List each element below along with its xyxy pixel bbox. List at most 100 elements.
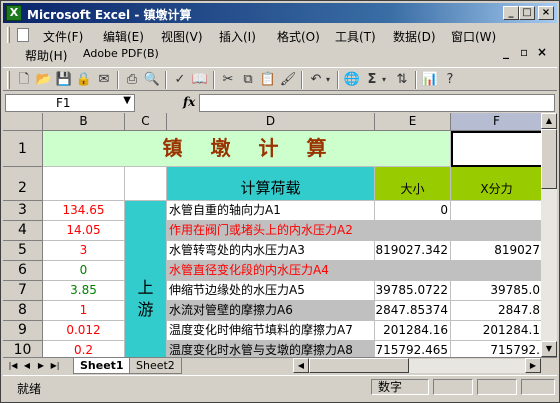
hscroll-thumb[interactable] — [309, 358, 409, 373]
cell-f5[interactable]: 819027 — [451, 241, 543, 261]
menu-tools[interactable]: 工具(T) — [335, 28, 376, 45]
cell-b5[interactable]: 3 — [43, 241, 125, 261]
header-size[interactable]: 大小 — [375, 167, 451, 201]
sort-ascending-icon[interactable]: ⇅ — [393, 71, 411, 89]
column-header-f[interactable]: F — [451, 113, 543, 131]
cell-d8[interactable]: 水流对管壁的摩擦力A6 — [167, 301, 375, 321]
scroll-up-icon[interactable]: ▲ — [541, 113, 557, 129]
maximize-button[interactable]: □ — [519, 6, 535, 20]
paste-icon[interactable]: 📋 — [259, 71, 277, 89]
prev-sheet-icon[interactable]: ◀ — [21, 360, 33, 372]
tab-sheet2[interactable]: Sheet2 — [129, 358, 182, 374]
cell-e7[interactable]: 39785.0722 — [375, 281, 451, 301]
cell-e9[interactable]: 201284.16 — [375, 321, 451, 341]
cell-d10[interactable]: 温度变化时水管与支墩的摩擦力A8 — [167, 341, 375, 357]
scroll-right-icon[interactable]: ▶ — [525, 358, 541, 373]
document-icon[interactable] — [17, 28, 29, 42]
cell-e8[interactable]: 2847.85374 — [375, 301, 451, 321]
select-all-corner[interactable] — [3, 113, 43, 131]
print-icon[interactable]: ⎙ — [123, 71, 141, 89]
cell-d5[interactable]: 水管转弯处的内水压力A3 — [167, 241, 375, 261]
cell-d3[interactable]: 水管自重的轴向力A1 — [167, 201, 375, 221]
excel-app-icon[interactable]: X — [6, 5, 22, 21]
chevron-down-icon[interactable]: ▼ — [123, 95, 131, 106]
title-bar[interactable]: X Microsoft Excel - 镇墩计算 _ □ × — [3, 3, 557, 23]
email-icon[interactable]: ✉ — [95, 71, 113, 89]
last-sheet-icon[interactable]: ▶| — [49, 360, 61, 372]
hyperlink-icon[interactable]: 🌐 — [343, 71, 361, 89]
cell-c2[interactable] — [125, 167, 167, 201]
copy-icon[interactable]: ⧉ — [239, 71, 257, 89]
cell-b3[interactable]: 134.65 — [43, 201, 125, 221]
row-header-1[interactable]: 1 — [3, 131, 43, 167]
cell-d6[interactable]: 水管直径变化段的内水压力A4 — [167, 261, 375, 281]
cell-b2[interactable] — [43, 167, 125, 201]
autosum-dropdown-icon[interactable]: ▾ — [379, 71, 389, 89]
doc-minimize-button[interactable]: _ — [503, 45, 509, 59]
cell-b7[interactable]: 3.85 — [43, 281, 125, 301]
save-icon[interactable]: 💾 — [55, 71, 73, 89]
row-header-10[interactable]: 10 — [3, 341, 43, 357]
close-button[interactable]: × — [538, 6, 554, 20]
vertical-scrollbar[interactable]: ▲ ▼ — [541, 113, 557, 357]
horizontal-scrollbar[interactable]: ◀ ▶ — [293, 358, 541, 373]
column-header-c[interactable]: C — [125, 113, 167, 131]
doc-restore-button[interactable]: ▫ — [520, 45, 528, 59]
menu-file[interactable]: 文件(F) — [43, 28, 83, 45]
cell-d7[interactable]: 伸缩节边缘处的水压力A5 — [167, 281, 375, 301]
menu-edit[interactable]: 编辑(E) — [103, 28, 144, 45]
cell-e3[interactable]: 0 — [375, 201, 451, 221]
row-header-9[interactable]: 9 — [3, 321, 43, 341]
scroll-down-icon[interactable]: ▼ — [541, 341, 557, 357]
doc-close-button[interactable]: × — [537, 45, 547, 59]
row-header-3[interactable]: 3 — [3, 201, 43, 221]
menu-window[interactable]: 窗口(W) — [451, 28, 496, 45]
new-file-icon[interactable]: 🗋 — [15, 71, 33, 89]
row-header-2[interactable]: 2 — [3, 167, 43, 201]
cell-f4[interactable] — [451, 221, 543, 241]
cell-f7[interactable]: 39785.0 — [451, 281, 543, 301]
menubar-grip[interactable] — [7, 27, 10, 43]
scroll-left-icon[interactable]: ◀ — [293, 358, 309, 373]
tab-sheet1[interactable]: Sheet1 — [73, 358, 131, 374]
column-header-d[interactable]: D — [167, 113, 375, 131]
cell-b4[interactable]: 14.05 — [43, 221, 125, 241]
cell-d4[interactable]: 作用在阀门或堵头上的内水压力A2 — [167, 221, 375, 241]
next-sheet-icon[interactable]: ▶ — [35, 360, 47, 372]
row-header-4[interactable]: 4 — [3, 221, 43, 241]
print-preview-icon[interactable]: 🔍 — [143, 71, 161, 89]
help-icon[interactable]: ? — [441, 71, 459, 89]
column-header-e[interactable]: E — [375, 113, 451, 131]
chart-wizard-icon[interactable]: 📊 — [421, 71, 439, 89]
column-header-b[interactable]: B — [43, 113, 125, 131]
row-header-7[interactable]: 7 — [3, 281, 43, 301]
cell-e5[interactable]: 819027.342 — [375, 241, 451, 261]
row-header-8[interactable]: 8 — [3, 301, 43, 321]
spelling-icon[interactable]: ✓ — [171, 71, 189, 89]
menu-format[interactable]: 格式(O) — [277, 28, 320, 45]
row-header-6[interactable]: 6 — [3, 261, 43, 281]
format-painter-icon[interactable]: 🖌 — [279, 71, 297, 89]
section-upstream-label[interactable]: 上 游 — [125, 201, 167, 357]
row-header-5[interactable]: 5 — [3, 241, 43, 261]
cell-f8[interactable]: 2847.8 — [451, 301, 543, 321]
cell-f6[interactable] — [451, 261, 543, 281]
menu-adobe-pdf[interactable]: Adobe PDF(B) — [83, 47, 159, 60]
formula-input[interactable] — [199, 94, 555, 112]
research-icon[interactable]: 📖 — [191, 71, 209, 89]
menu-view[interactable]: 视图(V) — [161, 28, 203, 45]
header-x-force[interactable]: X分力 — [451, 167, 543, 201]
cell-d9[interactable]: 温度变化时伸缩节填料的摩擦力A7 — [167, 321, 375, 341]
menu-insert[interactable]: 插入(I) — [219, 28, 256, 45]
header-calc-load[interactable]: 计算荷载 — [167, 167, 375, 201]
scroll-thumb[interactable] — [541, 129, 557, 189]
cell-b6[interactable]: 0 — [43, 261, 125, 281]
cell-b10[interactable]: 0.2 — [43, 341, 125, 357]
menu-data[interactable]: 数据(D) — [393, 28, 436, 45]
sheet-title-cell[interactable]: 镇 墩 计 算 — [43, 131, 451, 167]
name-box[interactable]: F1 ▼ — [5, 94, 135, 112]
cell-e10[interactable]: 715792.465 — [375, 341, 451, 357]
menu-help[interactable]: 帮助(H) — [25, 47, 67, 64]
toolbar-grip[interactable] — [7, 71, 10, 89]
cell-e6[interactable] — [375, 261, 451, 281]
